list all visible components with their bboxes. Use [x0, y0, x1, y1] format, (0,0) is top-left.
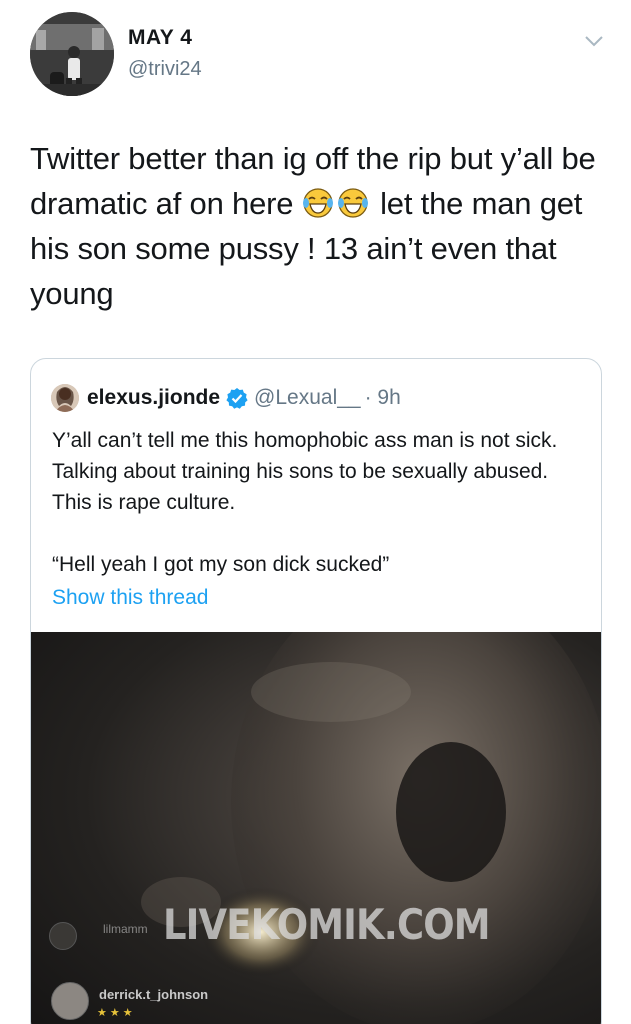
quoted-user-handle[interactable]: @Lexual__	[254, 386, 361, 410]
quoted-tweet-time: · 9h	[364, 386, 401, 409]
quoted-tweet-video[interactable]: lilmamm LIVEKOMIK.COM derrick.t_johnson …	[31, 632, 601, 1024]
video-frame-image	[141, 632, 601, 1024]
live-commenter-avatar	[51, 982, 89, 1020]
quoted-user-avatar[interactable]	[51, 384, 79, 412]
live-commenter-badges: ★★★	[97, 1007, 136, 1019]
tears-of-joy-emoji-icon	[337, 188, 368, 218]
tears-of-joy-emoji-icon	[302, 188, 333, 218]
user-handle[interactable]: @trivi24	[128, 58, 202, 81]
tweet-header: MAY 4 @trivi24	[30, 12, 610, 98]
quoted-user-name[interactable]: elexus.jionde	[87, 386, 220, 410]
live-viewer-avatar	[49, 922, 77, 950]
chevron-down-icon[interactable]	[584, 34, 604, 48]
live-commenter-name: derrick.t_johnson	[99, 987, 209, 1002]
quoted-tweet-header: elexus.jionde @Lexual__ · 9h	[51, 383, 401, 413]
video-watermark: LIVEKOMIK.COM	[163, 900, 491, 949]
tweet-date: MAY 4	[128, 26, 193, 49]
verified-badge-icon	[226, 388, 248, 409]
quoted-tweet-quote-line: “Hell yeah I got my son dick sucked”	[52, 553, 390, 576]
show-thread-link[interactable]: Show this thread	[52, 586, 208, 610]
quoted-tweet-paragraph: Y’all can’t tell me this homophobic ass …	[52, 429, 558, 514]
user-avatar[interactable]	[30, 12, 114, 96]
live-viewer-name: lilmamm	[103, 922, 148, 936]
tweet-text: Twitter better than ig off the rip but y…	[30, 136, 610, 316]
quoted-tweet-text: Y’all can’t tell me this homophobic ass …	[52, 425, 582, 580]
quoted-tweet[interactable]: elexus.jionde @Lexual__ · 9h Y’all can’t…	[30, 358, 602, 1024]
